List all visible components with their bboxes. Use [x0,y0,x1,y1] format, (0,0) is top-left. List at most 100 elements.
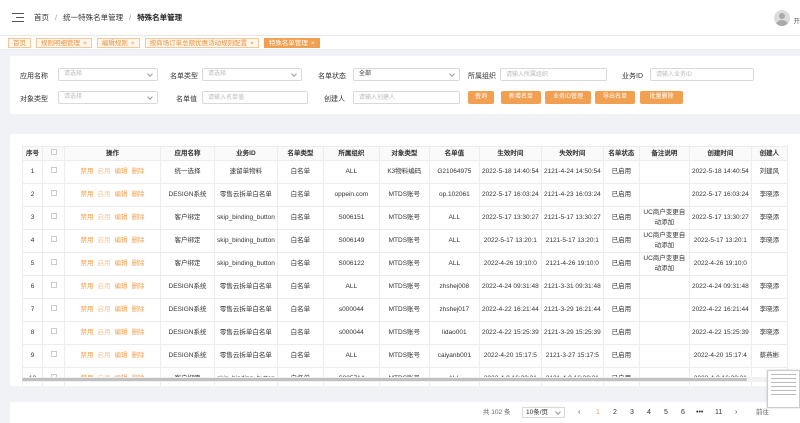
cell-list-value: ALL [428,206,480,230]
cell-select[interactable] [42,229,65,253]
close-icon[interactable]: × [131,40,135,47]
delete-button[interactable]: 删除 [132,283,145,290]
preview-thumbnail[interactable] [767,370,800,408]
enable-button[interactable]: 启用 [98,191,111,198]
avatar[interactable] [774,10,790,26]
close-icon[interactable]: × [83,40,87,47]
close-icon[interactable]: × [311,40,315,47]
list-value-input[interactable] [202,91,308,104]
row-checkbox[interactable] [50,282,57,288]
row-checkbox[interactable] [50,328,57,334]
prev-page-button[interactable]: ‹ [578,402,580,423]
disable-button[interactable]: 禁用 [81,237,94,244]
row-checkbox[interactable] [50,190,57,196]
edit-button[interactable]: 编辑 [115,214,128,221]
object-type-select[interactable]: 请选择 [58,91,158,104]
tab-mall-discount[interactable]: 按商场订单总额优惠活动规则配置 × [144,37,259,48]
list-status-select[interactable]: 全部 [353,68,460,81]
page-2[interactable]: 2 [613,402,617,423]
delete-button[interactable]: 删除 [132,260,145,267]
horizontal-scrollbar[interactable] [22,377,772,382]
next-page-button[interactable]: › [735,402,737,423]
cell-select[interactable] [42,252,65,276]
app-name-select[interactable]: 请选择 [58,68,158,81]
cell-select[interactable] [42,183,65,207]
breadcrumb: 首页 / 统一特殊名单管理 / 特殊名单管理 [34,12,183,23]
enable-button[interactable]: 启用 [98,306,111,313]
enable-button[interactable]: 启用 [98,237,111,244]
disable-button[interactable]: 禁用 [81,260,94,267]
row-checkbox[interactable] [50,305,57,311]
scrollbar-thumb[interactable] [22,378,747,381]
tab-home[interactable]: 首页 [8,37,31,48]
delete-button[interactable]: 删除 [132,329,145,336]
select-all-checkbox[interactable] [50,148,57,155]
cell-select[interactable] [42,206,65,230]
row-checkbox[interactable] [50,167,57,173]
page-4[interactable]: 4 [647,402,651,423]
delete-button[interactable]: 删除 [132,191,145,198]
cell-select[interactable] [42,344,65,368]
close-icon[interactable]: × [250,40,254,47]
menu-toggle-icon[interactable] [12,12,24,23]
delete-button[interactable]: 删除 [132,352,145,359]
disable-button[interactable]: 禁用 [81,168,94,175]
enable-button[interactable]: 启用 [98,168,111,175]
enable-button[interactable]: 启用 [98,329,111,336]
disable-button[interactable]: 禁用 [81,329,94,336]
edit-button[interactable]: 编辑 [115,329,128,336]
cell-org: S006122 [322,252,380,276]
biz-id-input[interactable] [650,68,754,81]
edit-button[interactable]: 编辑 [115,237,128,244]
biz-id-manage-button[interactable]: 业务ID管理 [545,91,591,104]
page-1[interactable]: 1 [596,402,600,423]
cell-select[interactable] [42,275,65,299]
edit-button[interactable]: 编辑 [115,352,128,359]
breadcrumb-home[interactable]: 首页 [34,12,49,23]
cell-select[interactable] [42,298,65,322]
tab-special-list[interactable]: 特殊名单管理 × [263,37,320,48]
breadcrumb-unified-list[interactable]: 统一特殊名单管理 [63,12,123,23]
row-checkbox[interactable] [50,213,57,219]
export-list-button[interactable]: 导出名单 [595,91,635,104]
col-select-all[interactable] [42,146,65,161]
enable-button[interactable]: 启用 [98,352,111,359]
tab-edit-rule[interactable]: 编辑规则 × [96,37,140,48]
disable-button[interactable]: 禁用 [81,283,94,290]
disable-button[interactable]: 禁用 [81,191,94,198]
cell-select[interactable] [42,321,65,345]
row-checkbox[interactable] [50,351,57,357]
enable-button[interactable]: 启用 [98,214,111,221]
tab-rule-detail[interactable]: 规则明细管理 × [36,37,92,48]
page-ellipsis[interactable]: ••• [696,402,703,423]
page-5[interactable]: 5 [664,402,668,423]
page-size-select[interactable]: 10条/页 [522,407,565,418]
page-6[interactable]: 6 [681,402,685,423]
org-input[interactable] [500,68,607,81]
disable-button[interactable]: 禁用 [81,306,94,313]
edit-button[interactable]: 编辑 [115,191,128,198]
enable-button[interactable]: 启用 [98,260,111,267]
edit-button[interactable]: 编辑 [115,168,128,175]
user-name[interactable]: 开 [794,15,800,25]
search-button[interactable]: 查询 [468,91,494,104]
add-list-button[interactable]: 新增名单 [501,91,541,104]
list-type-select[interactable]: 请选择 [202,68,302,81]
delete-button[interactable]: 删除 [132,306,145,313]
delete-button[interactable]: 删除 [132,168,145,175]
row-checkbox[interactable] [50,259,57,265]
edit-button[interactable]: 编辑 [115,260,128,267]
disable-button[interactable]: 禁用 [81,214,94,221]
batch-delete-button[interactable]: 批量删除 [640,91,683,104]
page-11[interactable]: 11 [715,402,722,423]
row-checkbox[interactable] [50,236,57,242]
disable-button[interactable]: 禁用 [81,352,94,359]
edit-button[interactable]: 编辑 [115,283,128,290]
edit-button[interactable]: 编辑 [115,306,128,313]
enable-button[interactable]: 启用 [98,283,111,290]
page-3[interactable]: 3 [630,402,634,423]
creator-input[interactable] [353,91,460,104]
cell-select[interactable] [42,160,65,184]
delete-button[interactable]: 删除 [132,214,145,221]
delete-button[interactable]: 删除 [132,237,145,244]
